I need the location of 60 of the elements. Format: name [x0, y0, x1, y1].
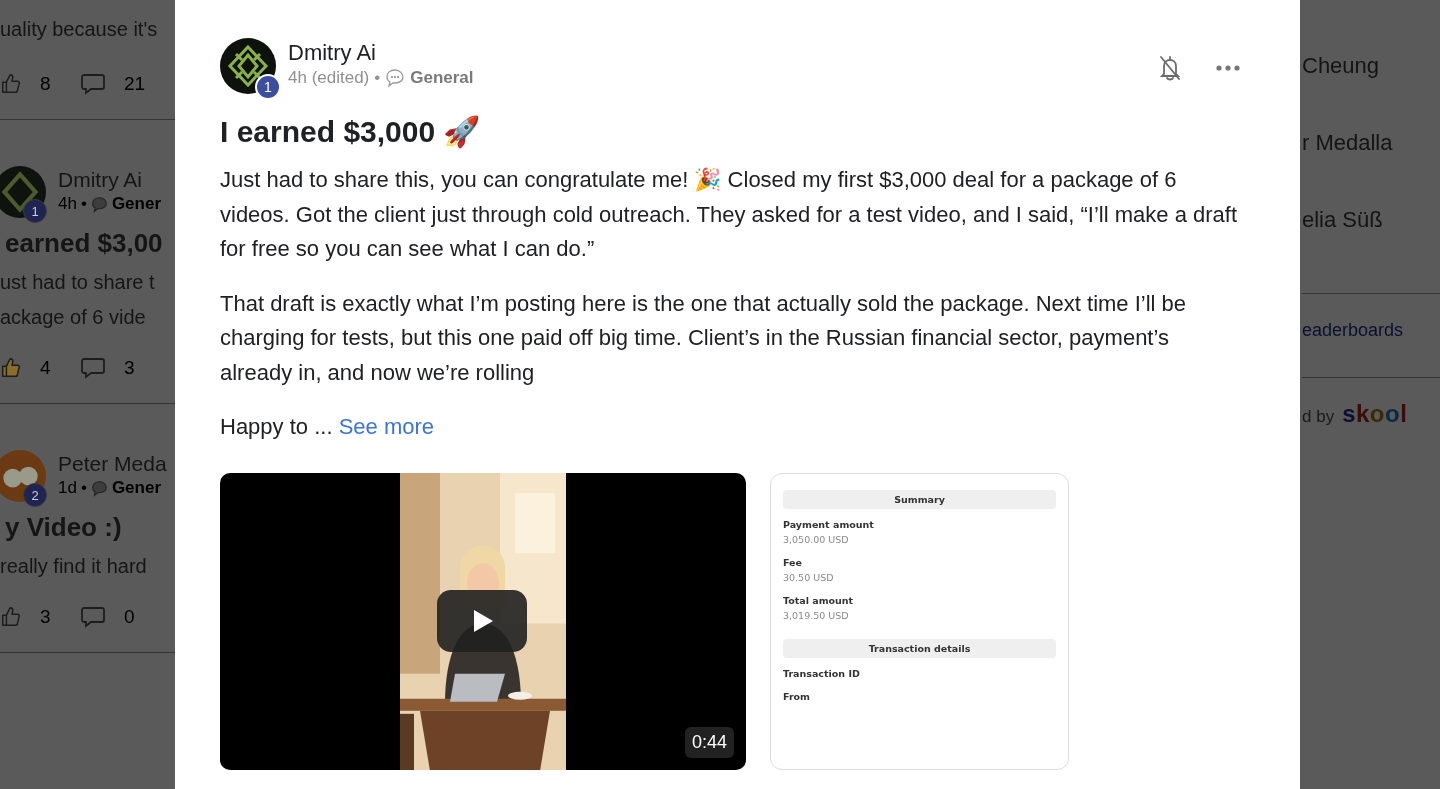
play-button[interactable] — [437, 589, 527, 652]
category-label[interactable]: Gener — [111, 478, 161, 498]
post-snippet: ust had to share t — [0, 270, 156, 295]
post-paragraph: Just had to share this, you can congratulate me! 🎉 Closed my first $3,000 deal for a package of 6 videos. Got the client just through cold outreach. They asked for a test video, and I said, “I’ll make a draft for free so you can see what I can do.” — [220, 166, 1239, 263]
field-value: 30.50 USD — [783, 571, 835, 583]
bell-off-icon[interactable] — [1158, 54, 1182, 82]
category-label[interactable]: Gener — [111, 194, 161, 214]
field-label: Total amount — [783, 594, 855, 606]
level-badge: 1 — [255, 74, 281, 100]
powered-by-label: d by — [1302, 407, 1335, 427]
separator: • — [374, 68, 381, 88]
post-time: 4h — [58, 194, 77, 214]
comment-icon[interactable] — [80, 357, 106, 379]
post-time: 4h (edited) — [288, 68, 370, 88]
thumbs-up-icon[interactable] — [0, 73, 22, 95]
post-time: 1d — [58, 478, 77, 498]
field-label: Payment amount — [783, 518, 875, 530]
separator: • — [80, 194, 87, 214]
post-title[interactable]: earned $3,00 — [5, 228, 175, 259]
comment-count: 3 — [124, 357, 136, 379]
video-player[interactable]: 0:44 — [220, 472, 746, 770]
section-heading: Summary — [783, 489, 1056, 509]
post-title: I earned $3,000 🚀 — [220, 114, 482, 149]
level-badge: 2 — [23, 483, 47, 507]
thumbs-up-icon[interactable] — [0, 606, 22, 628]
field-value: 3,019.50 USD — [783, 609, 850, 621]
level-badge: 1 — [23, 199, 47, 223]
chat-icon — [385, 68, 406, 88]
section-heading: Transaction details — [783, 638, 1056, 658]
post-paragraph: Happy to ... See more — [220, 413, 435, 441]
more-options-icon[interactable] — [1216, 65, 1240, 71]
leaderboards-link[interactable]: eaderboards — [1302, 294, 1440, 367]
like-count: 4 — [40, 357, 52, 379]
field-value: 3,050.00 USD — [783, 533, 850, 545]
field-label: Transaction ID — [783, 667, 861, 679]
post-paragraph: That draft is exactly what I’m posting here is the one that actually sold the package. Next time I’ll be charging for tests, but this one paid off big time. Client’s in the Russian financial sector, payment’s already in, and now we’re rolling — [220, 289, 1188, 387]
field-label: From — [783, 690, 811, 702]
separator: • — [80, 478, 87, 498]
skool-logo[interactable]: skool — [1342, 400, 1408, 428]
category-label[interactable]: General — [410, 68, 474, 88]
author-name[interactable]: Dmitry Ai — [288, 38, 474, 68]
thumbs-up-icon[interactable] — [0, 357, 22, 379]
receipt-screenshot[interactable]: Summary Payment amount 3,050.00 USD Fee 30.50 USD Total amount 3,019.50 USD Transaction details Transaction ID From — [770, 472, 1069, 770]
comment-count: 0 — [124, 606, 136, 628]
post-snippet: uality because it's — [0, 17, 159, 42]
see-more-link[interactable]: See more — [338, 414, 434, 439]
author-name[interactable]: Peter Meda — [58, 450, 167, 478]
post-snippet: ackage of 6 vide — [0, 305, 147, 330]
video-duration: 0:44 — [684, 726, 734, 758]
comment-icon[interactable] — [80, 73, 106, 95]
like-count: 8 — [40, 73, 52, 95]
chat-icon — [90, 195, 108, 213]
post-snippet: really find it hard — [0, 554, 148, 579]
like-count: 3 — [40, 606, 52, 628]
comment-count: 21 — [124, 73, 147, 95]
comment-icon[interactable] — [80, 606, 106, 628]
chat-icon — [90, 479, 108, 497]
author-name[interactable]: Dmitry Ai — [58, 166, 161, 194]
post-title[interactable]: y Video :) — [5, 512, 175, 543]
field-label: Fee — [783, 556, 803, 568]
